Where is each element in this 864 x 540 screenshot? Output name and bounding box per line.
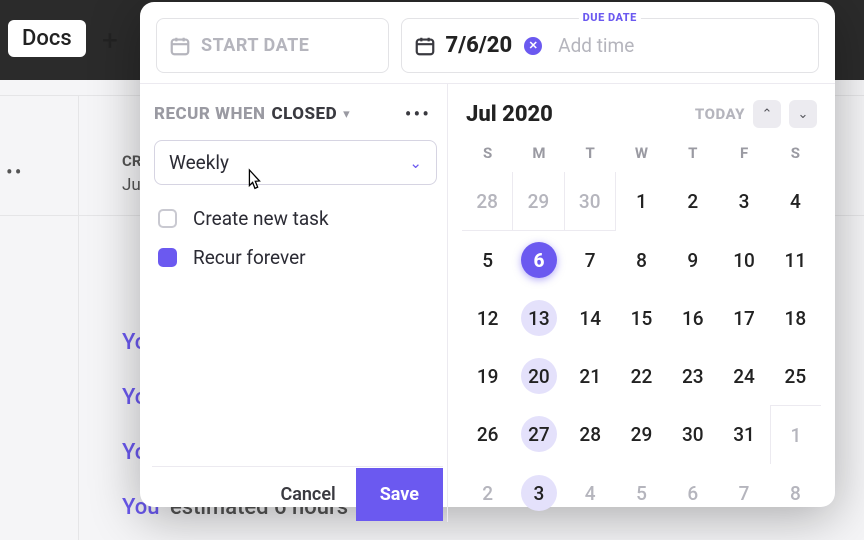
bg-label: CR: [122, 152, 141, 170]
chevron-down-icon: ▾: [343, 107, 350, 122]
calendar-day[interactable]: 1: [770, 405, 821, 464]
next-month-button[interactable]: ⌄: [789, 100, 817, 128]
create-new-task-option[interactable]: Create new task: [152, 199, 443, 238]
calendar-day[interactable]: 19: [462, 347, 513, 405]
calendar-day[interactable]: 18: [770, 289, 821, 347]
calendar-day[interactable]: 13: [513, 289, 564, 347]
date-recurrence-modal: START DATE DUE DATE 7/6/20 ✕ Add time RE…: [140, 2, 835, 507]
frequency-value: Weekly: [169, 151, 229, 174]
save-button[interactable]: Save: [356, 468, 443, 521]
more-options-icon[interactable]: •••: [405, 102, 441, 126]
calendar-pane: Jul 2020 TODAY ⌃ ⌄ SMTWTFS28293012345678…: [448, 84, 835, 522]
calendar-day[interactable]: 11: [770, 231, 821, 289]
docs-tab[interactable]: Docs: [8, 20, 86, 57]
calendar-day[interactable]: 4: [565, 464, 616, 522]
modal-body: RECUR WHEN CLOSED ▾ ••• Weekly ⌄ Create …: [140, 83, 835, 522]
calendar-day[interactable]: 14: [565, 289, 616, 347]
calendar-day[interactable]: 20: [513, 347, 564, 405]
recur-when-label: RECUR WHEN: [154, 104, 265, 124]
calendar-day[interactable]: 9: [667, 231, 718, 289]
recurrence-pane: RECUR WHEN CLOSED ▾ ••• Weekly ⌄ Create …: [140, 84, 448, 522]
dow-label: M: [513, 138, 564, 172]
calendar-day[interactable]: 27: [513, 405, 564, 464]
dow-label: S: [770, 138, 821, 172]
calendar-day[interactable]: 30: [667, 405, 718, 464]
frequency-select[interactable]: Weekly ⌄: [154, 140, 437, 185]
calendar-day[interactable]: 3: [718, 172, 769, 231]
start-date-field[interactable]: START DATE: [156, 18, 389, 73]
bg-label: Ju: [122, 175, 141, 195]
calendar-day[interactable]: 7: [718, 464, 769, 522]
calendar-day[interactable]: 15: [616, 289, 667, 347]
option-label: Recur forever: [193, 246, 306, 269]
calendar-day[interactable]: 22: [616, 347, 667, 405]
calendar-day[interactable]: 6: [513, 231, 564, 289]
calendar-day[interactable]: 12: [462, 289, 513, 347]
calendar-grid: SMTWTFS282930123456789101112131415161718…: [462, 138, 821, 522]
calendar-day[interactable]: 21: [565, 347, 616, 405]
dow-label: T: [565, 138, 616, 172]
modal-footer: Cancel Save: [152, 466, 443, 522]
due-date-field[interactable]: DUE DATE 7/6/20 ✕ Add time: [401, 18, 819, 73]
calendar-day[interactable]: 8: [616, 231, 667, 289]
date-row: START DATE DUE DATE 7/6/20 ✕ Add time: [140, 2, 835, 83]
recur-trigger[interactable]: RECUR WHEN CLOSED ▾ •••: [152, 98, 443, 136]
calendar-day[interactable]: 2: [667, 172, 718, 231]
today-button[interactable]: TODAY: [695, 105, 745, 123]
calendar-icon: [414, 35, 436, 57]
checkbox-icon[interactable]: [158, 209, 177, 228]
calendar-day[interactable]: 3: [513, 464, 564, 522]
divider: [78, 95, 79, 540]
calendar-day[interactable]: 29: [616, 405, 667, 464]
calendar-day[interactable]: 5: [462, 231, 513, 289]
checkbox-icon[interactable]: [158, 248, 177, 267]
calendar-day[interactable]: 10: [718, 231, 769, 289]
calendar-day[interactable]: 6: [667, 464, 718, 522]
calendar-day[interactable]: 17: [718, 289, 769, 347]
dow-label: F: [718, 138, 769, 172]
calendar-day[interactable]: 29: [513, 172, 564, 231]
calendar-day[interactable]: 28: [462, 172, 513, 231]
dow-label: T: [667, 138, 718, 172]
start-date-placeholder: START DATE: [201, 35, 309, 56]
calendar-day[interactable]: 26: [462, 405, 513, 464]
add-time-button[interactable]: Add time: [558, 34, 634, 57]
calendar-day[interactable]: 30: [565, 172, 616, 231]
chevron-down-icon: ⌄: [409, 154, 422, 172]
calendar-day[interactable]: 4: [770, 172, 821, 231]
option-label: Create new task: [193, 207, 329, 230]
recur-status: CLOSED: [271, 104, 337, 124]
dow-label: S: [462, 138, 513, 172]
add-tab-icon[interactable]: +: [102, 24, 118, 57]
calendar-day[interactable]: 2: [462, 464, 513, 522]
recur-forever-option[interactable]: Recur forever: [152, 238, 443, 277]
calendar-day[interactable]: 31: [718, 405, 769, 464]
calendar-day[interactable]: 16: [667, 289, 718, 347]
calendar-day[interactable]: 24: [718, 347, 769, 405]
calendar-day[interactable]: 1: [616, 172, 667, 231]
calendar-day[interactable]: 23: [667, 347, 718, 405]
month-label: Jul 2020: [466, 102, 553, 127]
cancel-button[interactable]: Cancel: [262, 474, 353, 515]
prev-month-button[interactable]: ⌃: [753, 100, 781, 128]
due-date-label: DUE DATE: [579, 11, 641, 24]
calendar-header: Jul 2020 TODAY ⌃ ⌄: [462, 100, 821, 138]
due-date-value: 7/6/20: [446, 33, 513, 58]
dow-label: W: [616, 138, 667, 172]
calendar-day[interactable]: 25: [770, 347, 821, 405]
clear-due-date-icon[interactable]: ✕: [524, 37, 542, 55]
calendar-day[interactable]: 8: [770, 464, 821, 522]
more-icon[interactable]: ••: [6, 160, 24, 184]
calendar-icon: [169, 35, 191, 57]
calendar-day[interactable]: 28: [565, 405, 616, 464]
calendar-day[interactable]: 5: [616, 464, 667, 522]
calendar-day[interactable]: 7: [565, 231, 616, 289]
